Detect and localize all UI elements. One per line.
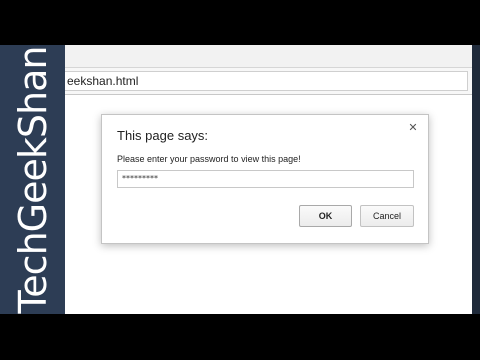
prompt-dialog: This page says: ✕ Please enter your pass… (101, 114, 429, 244)
channel-brand-panel: <TechGeekShan> (0, 45, 65, 314)
brand-right-bracket: > (11, 45, 55, 46)
browser-tab-strip (65, 45, 472, 68)
brand-name: TechGeekShan (10, 46, 55, 313)
ok-button[interactable]: OK (299, 205, 352, 227)
cancel-button[interactable]: Cancel (360, 205, 414, 227)
dialog-title: This page says: (117, 128, 209, 143)
address-bar[interactable]: eekshan.html (65, 71, 468, 91)
right-edge-panel (472, 45, 480, 314)
address-bar-text: eekshan.html (67, 74, 139, 88)
channel-brand-text: <TechGeekShan> (10, 45, 55, 314)
close-icon[interactable]: ✕ (406, 121, 420, 135)
browser-toolbar: eekshan.html (65, 68, 472, 95)
password-input[interactable]: ********* (117, 170, 414, 188)
dialog-message: Please enter your password to view this … (117, 154, 301, 164)
